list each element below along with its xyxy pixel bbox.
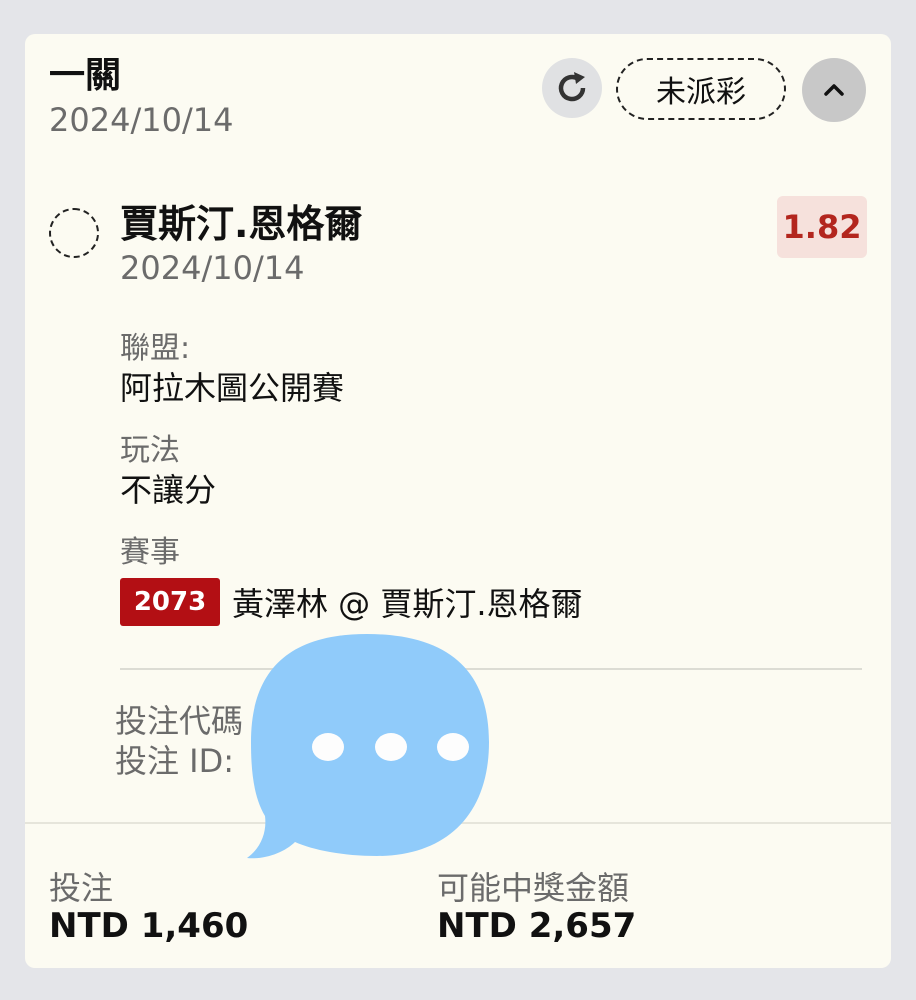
bet-code-label: 投注代碼 <box>115 702 244 740</box>
bet-date: 2024/10/14 <box>49 101 234 139</box>
play-type-value: 不讓分 <box>120 471 217 509</box>
event-row: 2073 黃澤林 @ 賈斯汀.恩格爾 <box>120 578 583 626</box>
chevron-up-icon <box>824 84 844 96</box>
event-code-badge: 2073 <box>120 578 220 626</box>
selection-name: 賈斯汀.恩格爾 <box>120 202 363 246</box>
bet-type-title: 一關 <box>49 55 122 96</box>
refresh-icon <box>558 72 586 102</box>
odds-badge: 1.82 <box>777 196 867 258</box>
stake-label: 投注 <box>49 869 114 907</box>
settlement-status-badge: 未派彩 <box>616 58 786 120</box>
league-label: 聯盟: <box>120 331 191 366</box>
event-label: 賽事 <box>120 535 180 570</box>
event-matchup: 黃澤林 @ 賈斯汀.恩格爾 <box>232 585 583 623</box>
collapse-button[interactable] <box>802 58 866 122</box>
selection-date: 2024/10/14 <box>120 249 305 287</box>
play-type-label: 玩法 <box>120 433 180 468</box>
refresh-button[interactable] <box>542 58 602 118</box>
bet-slip-card: 一關 2024/10/14 未派彩 賈斯汀.恩格爾 2024/10/14 1.8… <box>25 34 891 968</box>
payout-label: 可能中獎金額 <box>437 869 630 907</box>
chat-bubble-icon <box>247 634 489 859</box>
bet-id-label: 投注 ID: <box>115 742 235 780</box>
payout-amount: NTD 2,657 <box>437 906 637 946</box>
stake-amount: NTD 1,460 <box>49 906 249 946</box>
selection-status-circle <box>49 208 99 258</box>
league-value: 阿拉木圖公開賽 <box>120 369 345 407</box>
